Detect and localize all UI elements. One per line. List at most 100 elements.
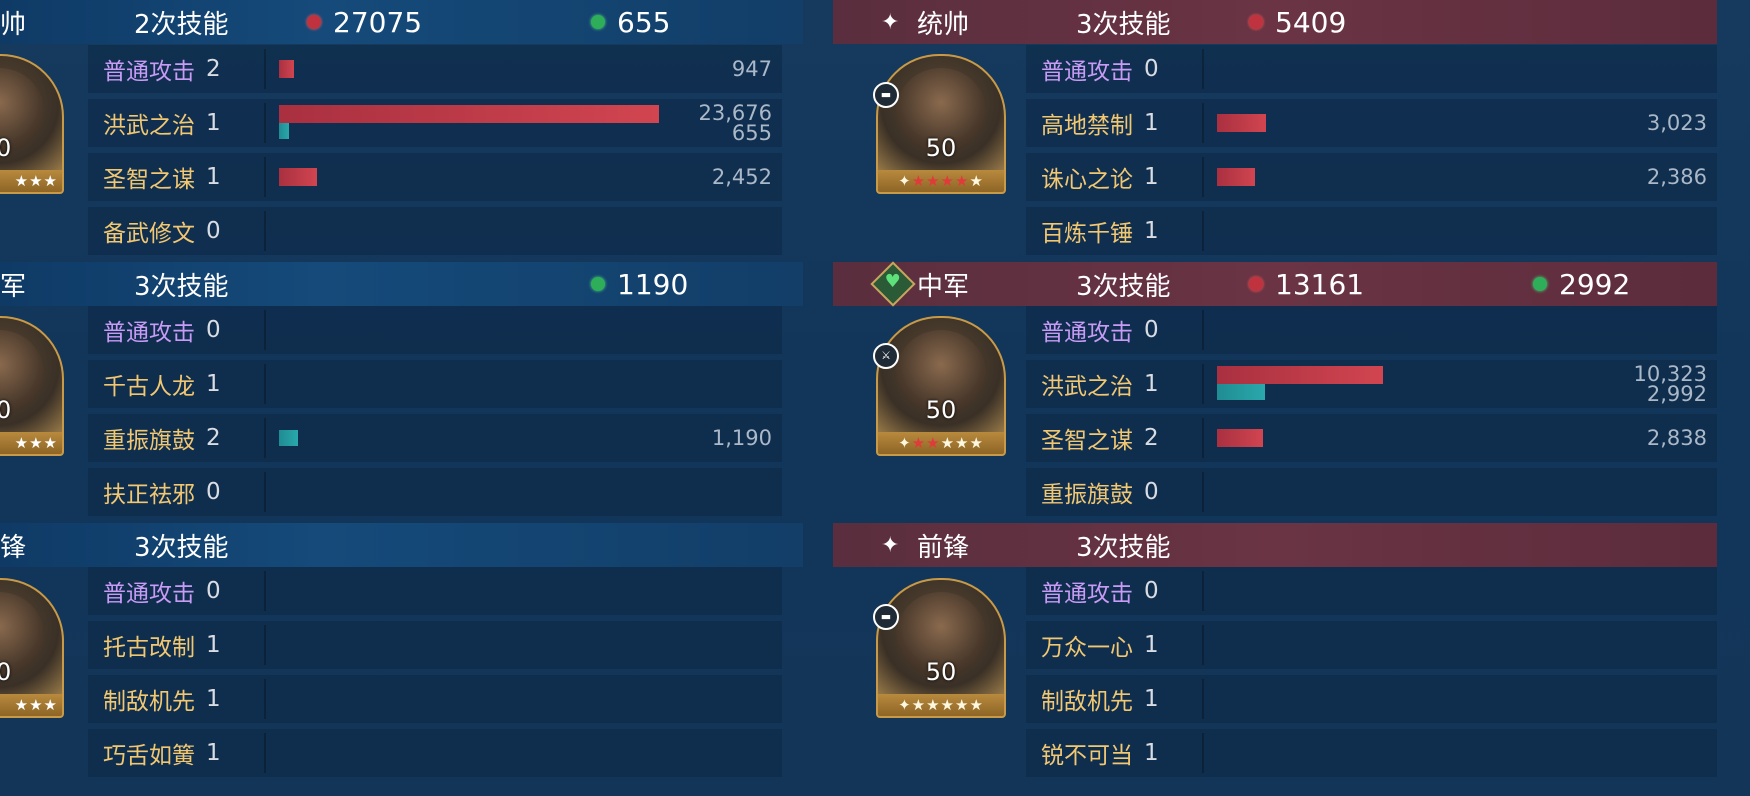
heal-value: 655 (731, 121, 772, 145)
damage-value: 2,838 (1646, 426, 1707, 450)
skill-row[interactable]: 普通攻击 0 (1026, 567, 1717, 615)
skill-count: 0 (206, 317, 221, 343)
divider (264, 571, 266, 611)
header-center: 军 3次技能 1190 (0, 262, 803, 306)
skill-name: 重振旗鼓 (103, 428, 195, 454)
skill-row[interactable]: 重振旗鼓 2 1,190 (88, 414, 782, 462)
damage-bar (279, 60, 294, 78)
header-vanguard: 锋 3次技能 (0, 523, 803, 567)
damage-value: 23,676 (698, 101, 772, 125)
skill-row[interactable]: 托古改制 1 (88, 621, 782, 669)
skill-count: 0 (1144, 578, 1159, 604)
skill-row[interactable]: 普通攻击 0 (88, 306, 782, 354)
heal-value: 1,190 (711, 426, 772, 450)
skill-count: 0 (206, 578, 221, 604)
skill-name: 普通攻击 (103, 320, 195, 346)
hero-portrait[interactable]: 0 ★★★ (0, 578, 64, 718)
skill-name: 百炼千锤 (1041, 221, 1133, 247)
skill-count: 1 (1144, 110, 1159, 136)
skill-row[interactable]: 制敌机先 1 (1026, 675, 1717, 723)
skill-row[interactable]: 诛心之论 1 2,386 (1026, 153, 1717, 201)
skill-name: 普通攻击 (1041, 320, 1133, 346)
hero-level: 50 (925, 658, 957, 686)
skill-row[interactable]: 高地禁制 1 3,023 (1026, 99, 1717, 147)
divider (264, 103, 266, 143)
header-commander: ✦ 统帅 3次技能 5409 (833, 0, 1717, 44)
divider (1202, 310, 1204, 350)
skill-row[interactable]: 制敌机先 1 (88, 675, 782, 723)
skill-count: 0 (206, 218, 221, 244)
heal-dot-icon (591, 277, 605, 291)
skill-row[interactable]: 普通攻击 2 947 (88, 45, 782, 93)
skill-row[interactable]: 圣智之谋 2 2,838 (1026, 414, 1717, 462)
skill-count: 1 (206, 686, 221, 712)
divider (1202, 418, 1204, 458)
divider (264, 364, 266, 404)
skill-name: 高地禁制 (1041, 113, 1133, 139)
skill-row[interactable]: 巧舌如簧 1 (88, 729, 782, 777)
header-vanguard: ✦ 前锋 3次技能 (833, 523, 1717, 567)
heal-value: 2,992 (1646, 382, 1707, 406)
heal-bar (279, 123, 289, 139)
skill-count: 1 (206, 740, 221, 766)
divider (264, 211, 266, 251)
skill-name: 普通攻击 (103, 581, 195, 607)
damage-dot-icon (307, 15, 321, 29)
skill-name: 扶正祛邪 (103, 482, 195, 508)
skill-count: 1 (206, 632, 221, 658)
tank-icon: ▬ (873, 604, 899, 630)
skill-row[interactable]: 百炼千锤 1 (1026, 207, 1717, 255)
heal-stat: 655 (591, 6, 670, 39)
divider (264, 733, 266, 773)
hero-portrait[interactable]: 50 ✦★★★★★ (876, 54, 1006, 194)
damage-bar (1217, 168, 1255, 186)
skill-count: 1 (1144, 632, 1159, 658)
skill-row[interactable]: 重振旗鼓 0 (1026, 468, 1717, 516)
hero-level: 0 (0, 396, 62, 424)
divider (264, 157, 266, 197)
skill-row[interactable]: 普通攻击 0 (88, 567, 782, 615)
heal-role-icon: ♥ (870, 261, 916, 307)
skill-row[interactable]: 圣智之谋 1 2,452 (88, 153, 782, 201)
skill-row[interactable]: 洪武之治 1 23,676 655 (88, 99, 782, 147)
role-label: 统帅 (917, 9, 970, 40)
hero-level: 50 (925, 134, 957, 162)
skill-count: 0 (1144, 56, 1159, 82)
damage-stat: 13161 (1249, 268, 1364, 301)
heal-dot-icon (1533, 277, 1547, 291)
heal-dot-icon (591, 15, 605, 29)
damage-bar (1217, 429, 1263, 447)
divider (264, 49, 266, 89)
skill-row[interactable]: 洪武之治 1 10,323 2,992 (1026, 360, 1717, 408)
hero-portrait[interactable]: 0 ★★★ (0, 316, 64, 456)
skill-name: 万众一心 (1041, 635, 1133, 661)
skill-row[interactable]: 普通攻击 0 (1026, 45, 1717, 93)
skill-row[interactable]: 普通攻击 0 (1026, 306, 1717, 354)
damage-bar (1217, 114, 1266, 132)
hero-portrait[interactable]: 0 ★★★ (0, 54, 64, 194)
skill-count: 0 (1144, 317, 1159, 343)
sparkle-icon: ✦ (881, 9, 900, 35)
skill-row[interactable]: 万众一心 1 (1026, 621, 1717, 669)
heal-stat: 2992 (1533, 268, 1630, 301)
divider (264, 310, 266, 350)
damage-bar (279, 105, 659, 123)
skill-row[interactable]: 备武修文 0 (88, 207, 782, 255)
hero-portrait[interactable]: 50 ✦★★★★★ (876, 316, 1006, 456)
role-label: 帅 (0, 9, 27, 40)
skill-count: 1 (1144, 164, 1159, 190)
skill-count: 1 (206, 164, 221, 190)
damage-value: 947 (731, 57, 772, 81)
skill-count: 1 (1144, 740, 1159, 766)
divider (1202, 211, 1204, 251)
hero-stars: ✦★★★★★ (878, 170, 1004, 192)
skill-row[interactable]: 千古人龙 1 (88, 360, 782, 408)
skill-count: 0 (1144, 479, 1159, 505)
skill-count: 1 (1144, 218, 1159, 244)
skill-name: 锐不可当 (1041, 743, 1133, 769)
skill-row[interactable]: 扶正祛邪 0 (88, 468, 782, 516)
skill-name: 重振旗鼓 (1041, 482, 1133, 508)
skill-row[interactable]: 锐不可当 1 (1026, 729, 1717, 777)
hero-portrait[interactable]: 50 ✦★★★★★ (876, 578, 1006, 718)
heal-bar (279, 430, 298, 446)
